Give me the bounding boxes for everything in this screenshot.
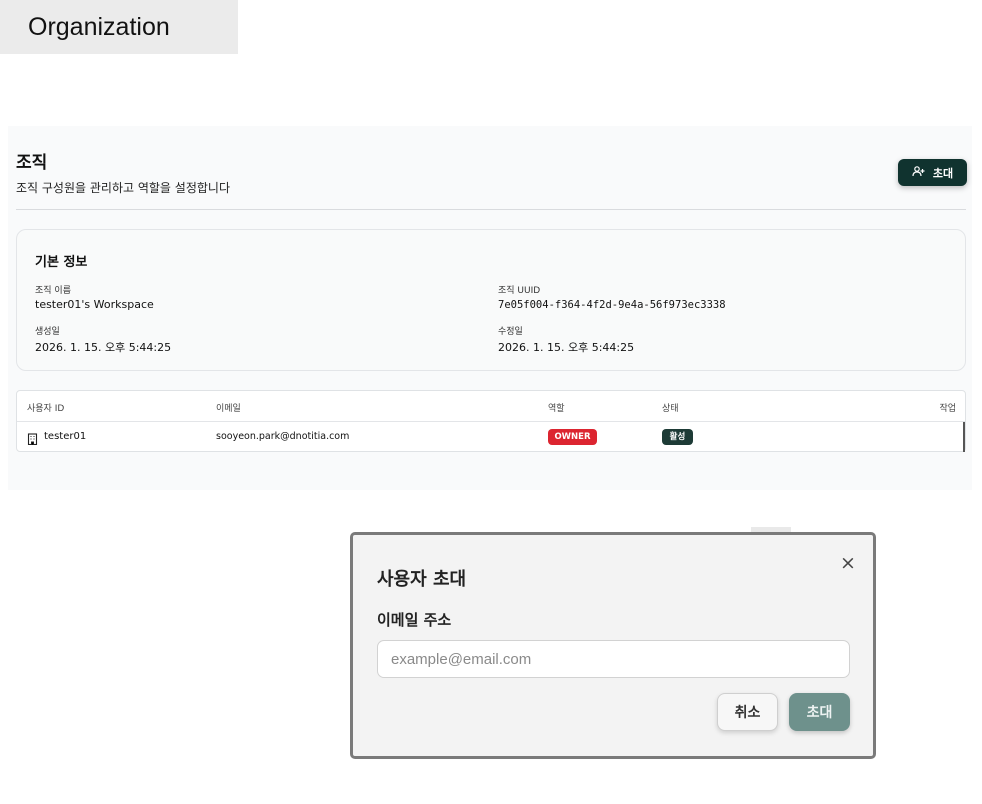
- updated-value: 2026. 1. 15. 오후 5:44:25: [498, 341, 635, 354]
- row-email: sooyeon.park@dnotitia.com: [216, 431, 350, 442]
- column-actions: 작업: [939, 404, 956, 414]
- email-input[interactable]: [377, 640, 850, 678]
- modal-title: 사용자 초대: [377, 569, 467, 590]
- invite-user-modal: 사용자 초대 × 이메일 주소 취소 초대: [350, 532, 876, 759]
- created-label: 생성일: [35, 327, 60, 337]
- column-user-id: 사용자 ID: [27, 404, 65, 414]
- page-title: 조직: [16, 153, 48, 173]
- invite-button-label: 초대: [932, 166, 954, 180]
- invite-button[interactable]: 초대: [898, 159, 967, 186]
- column-role: 역할: [548, 404, 565, 414]
- column-status: 상태: [662, 404, 679, 414]
- column-email: 이메일: [216, 404, 241, 414]
- building-icon: [27, 430, 38, 449]
- row-user-id: tester01: [44, 431, 87, 442]
- table-header: 사용자 ID 이메일 역할 상태 작업: [17, 391, 965, 422]
- org-name-value: tester01's Workspace: [35, 298, 154, 311]
- email-label: 이메일 주소: [377, 611, 452, 629]
- user-plus-icon: [912, 165, 925, 180]
- members-table: 사용자 ID 이메일 역할 상태 작업 tester01 sooyeon.par…: [16, 390, 966, 452]
- basic-info-card: 기본 정보 조직 이름 tester01's Workspace 조직 UUID…: [16, 229, 966, 371]
- updated-label: 수정일: [498, 327, 523, 337]
- org-name-label: 조직 이름: [35, 286, 71, 296]
- submit-invite-button[interactable]: 초대: [789, 693, 850, 731]
- table-row[interactable]: tester01 sooyeon.park@dnotitia.com OWNER…: [17, 422, 965, 452]
- basic-info-title: 기본 정보: [35, 255, 88, 270]
- role-badge: OWNER: [548, 429, 597, 445]
- status-badge: 활성: [662, 429, 693, 445]
- close-icon[interactable]: ×: [840, 553, 856, 573]
- created-value: 2026. 1. 15. 오후 5:44:25: [35, 341, 172, 354]
- row-edge: [963, 422, 965, 452]
- organization-page: 조직 조직 구성원을 관리하고 역할을 설정합니다 초대 기본 정보 조직 이름…: [8, 126, 972, 490]
- tab-organization[interactable]: Organization: [0, 0, 238, 54]
- page-subtitle: 조직 구성원을 관리하고 역할을 설정합니다: [16, 181, 230, 195]
- header-divider: [16, 209, 966, 210]
- org-uuid-label: 조직 UUID: [498, 286, 541, 296]
- cancel-button[interactable]: 취소: [717, 693, 778, 731]
- org-uuid-value: 7e05f004-f364-4f2d-9e4a-56f973ec3338: [498, 299, 726, 311]
